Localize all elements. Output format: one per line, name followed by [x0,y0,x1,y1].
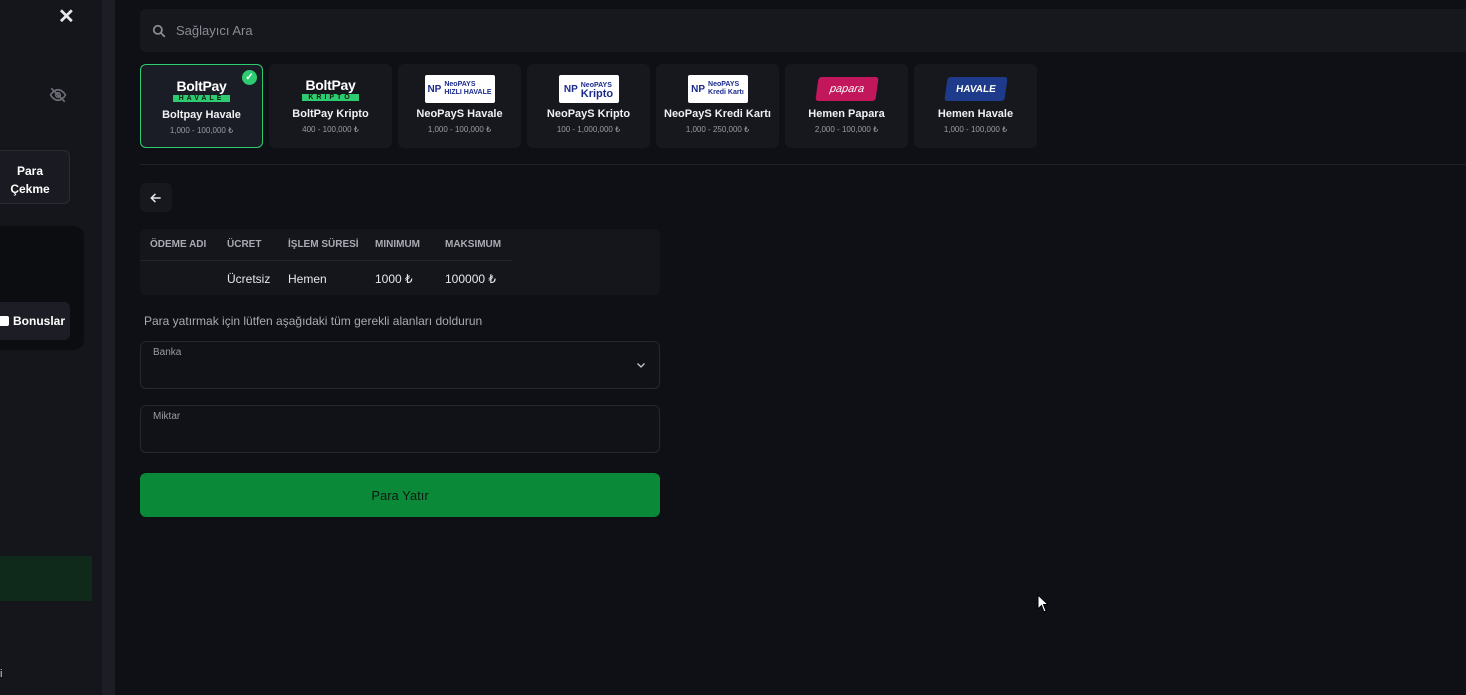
provider-range: 400 - 100,000 ₺ [302,125,359,134]
amount-input[interactable]: Miktar [140,405,660,453]
provider-list: ✓ BoltPay HAVALE Boltpay Havale 1,000 - … [140,64,1037,148]
provider-name: Boltpay Havale [162,109,241,121]
divider [140,164,1466,165]
table-cell: Ücretsiz [227,272,271,286]
table-header: ÖDEME ADI [150,239,207,250]
provider-name: BoltPay Kripto [292,108,369,120]
table-cell: Hemen [288,272,327,286]
provider-card-neopays-kredi[interactable]: NP NeoPAYS Kredi Kartı NeoPayS Kredi Kartı… [656,64,779,148]
provider-range: 1,000 - 100,000 ₺ [169,126,234,135]
gift-icon [0,316,9,326]
arrow-left-icon [150,192,161,203]
withdraw-label-line1: Para [16,164,44,178]
active-menu-item[interactable] [0,556,92,601]
withdraw-label-line2: Çekme [10,182,50,196]
amount-label: Miktar [153,411,181,422]
table-row-divider [140,260,512,261]
close-icon[interactable]: ✕ [58,7,75,27]
search-input[interactable]: Sağlayıcı Ara [176,23,253,38]
provider-card-hemen-havale[interactable]: HAVALE Hemen Havale 1,000 - 100,000 ₺ [914,64,1037,148]
provider-name: Hemen Havale [937,108,1014,120]
mouse-cursor-icon [1037,594,1049,613]
bank-label: Banka [153,347,182,358]
bonuses-button[interactable]: Bonuslar [0,302,70,340]
provider-card-neopays-kripto[interactable]: NP NeoPAYS Kripto NeoPayS Kripto 100 - 1,0… [527,64,650,148]
neopays-logo: NP NeoPAYS Kripto [558,74,619,104]
provider-card-boltpay-kripto[interactable]: BoltPay KRIPTO BoltPay Kripto 400 - 100,… [269,64,392,148]
boltpay-logo: BoltPay HAVALE [172,75,231,105]
provider-range: 1,000 - 100,000 ₺ [427,125,492,134]
provider-search[interactable]: Sağlayıcı Ara [140,9,1466,52]
check-icon: ✓ [242,70,257,85]
sidebar-scrollbar[interactable] [102,0,115,695]
provider-card-boltpay-havale[interactable]: ✓ BoltPay HAVALE Boltpay Havale 1,000 - … [140,64,263,148]
search-icon [152,24,166,37]
bank-select[interactable]: Banka [140,341,660,389]
neopays-logo: NP NeoPAYS HIZLI HAVALE [424,74,495,104]
provider-range: 1,000 - 100,000 ₺ [943,125,1008,134]
deposit-submit-button[interactable]: Para Yatır [140,473,660,517]
boltpay-logo: BoltPay KRIPTO [302,74,359,104]
provider-name: NeoPayS Kripto [546,108,631,120]
provider-name: NeoPayS Havale [416,108,503,120]
back-button[interactable] [140,183,172,212]
provider-range: 2,000 - 100,000 ₺ [814,125,879,134]
provider-name: NeoPayS Kredi Kartı [664,108,771,120]
table-cell: 1000 ₺ [375,272,413,286]
table-header: ÜCRET [227,239,262,250]
table-cell: 100000 ₺ [445,272,497,286]
neopays-logo: NP NeoPAYS Kredi Kartı [687,74,748,104]
papara-logo: papara [814,74,879,104]
deposit-panel: Sağlayıcı Ara ✓ BoltPay HAVALE Boltpay H… [115,0,1466,695]
table-header: İŞLEM SÜRESİ [288,239,359,250]
havale-logo: HAVALE [943,74,1008,104]
form-instruction: Para yatırmak için lütfen aşağıdaki tüm … [144,314,483,328]
table-header: MAKSIMUM [445,239,502,250]
chevron-down-icon [637,363,645,368]
left-sidebar: ✕ Para Çekme Bonuslar i [0,0,102,695]
eye-off-icon[interactable] [49,86,67,104]
provider-card-hemen-papara[interactable]: papara Hemen Papara 2,000 - 100,000 ₺ [785,64,908,148]
bonuses-label: Bonuslar [13,314,66,328]
payment-info-table: ÖDEME ADI ÜCRET İŞLEM SÜRESİ MINIMUM MAK… [140,229,660,295]
provider-range: 1,000 - 250,000 ₺ [685,125,750,134]
provider-card-neopays-havale[interactable]: NP NeoPAYS HIZLI HAVALE NeoPayS Havale 1,0… [398,64,521,148]
table-header: MINIMUM [375,239,420,250]
sidebar-text-fragment: i [0,668,3,680]
provider-range: 100 - 1,000,000 ₺ [556,125,621,134]
provider-name: Hemen Papara [808,108,885,120]
withdraw-button[interactable]: Para Çekme [0,150,70,204]
